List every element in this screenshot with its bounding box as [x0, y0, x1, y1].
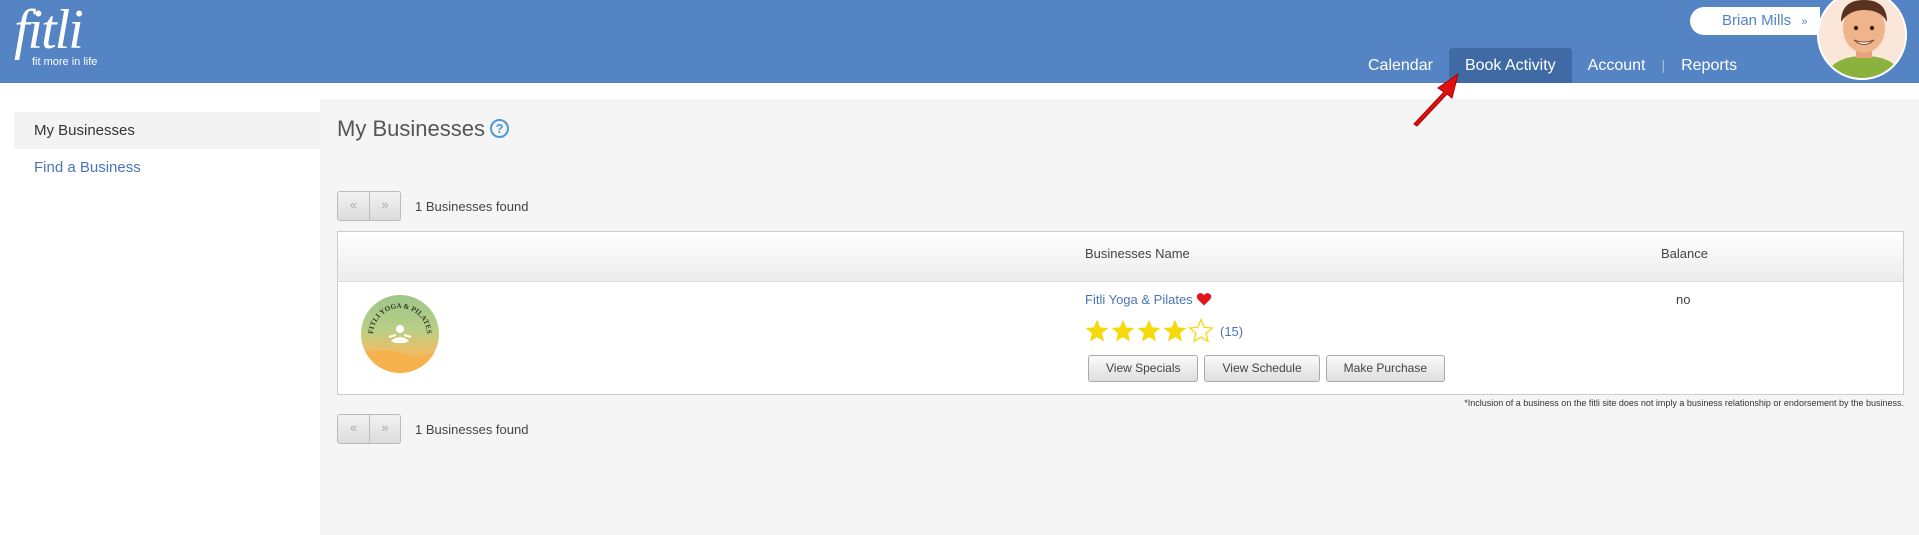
star-icon: [1111, 319, 1135, 342]
star-icon: [1163, 319, 1187, 342]
business-actions: View Specials View Schedule Make Purchas…: [1088, 355, 1451, 382]
star-icon: [1137, 319, 1161, 342]
annotation-arrow-icon: [1413, 72, 1459, 127]
main-content: My Businesses? « » 1 Businesses found Bu…: [320, 99, 1919, 535]
sidebar-item-find-a-business[interactable]: Find a Business: [14, 149, 320, 186]
logo-text: fitli: [14, 0, 84, 61]
column-header-balance: Balance: [1661, 246, 1708, 261]
make-purchase-button[interactable]: Make Purchase: [1325, 355, 1446, 382]
pager-prev-button[interactable]: «: [338, 192, 369, 220]
heart-icon[interactable]: [1196, 291, 1212, 307]
view-specials-button[interactable]: View Specials: [1088, 355, 1199, 382]
pager-top: « » 1 Businesses found: [337, 191, 528, 221]
pager-next-button[interactable]: »: [369, 192, 400, 220]
column-header-name: Businesses Name: [1085, 246, 1190, 261]
sidebar-item-my-businesses[interactable]: My Businesses: [14, 112, 320, 149]
nav-account[interactable]: Account: [1572, 48, 1662, 83]
avatar-illustration: [1819, 0, 1905, 78]
help-icon[interactable]: ?: [489, 119, 509, 138]
pager-bottom: « » 1 Businesses found: [337, 414, 528, 444]
pager-next-button[interactable]: »: [369, 415, 400, 443]
business-logo-art: FITLI YOGA & PILATES: [361, 302, 439, 373]
user-name: Brian Mills: [1722, 12, 1792, 29]
user-menu[interactable]: Brian Mills »: [1690, 7, 1820, 35]
logo-tagline: fit more in life: [32, 56, 98, 68]
pager-prev-button[interactable]: «: [338, 415, 369, 443]
results-count: 1 Businesses found: [415, 198, 529, 214]
pager-buttons: « »: [337, 191, 401, 221]
chevron-down-icon: »: [1801, 16, 1808, 28]
view-schedule-button[interactable]: View Schedule: [1204, 355, 1320, 382]
businesses-table: Businesses Name Balance FITLI YOGA & PIL…: [337, 231, 1904, 395]
results-count: 1 Businesses found: [415, 421, 529, 437]
sidebar: My Businesses Find a Business: [14, 112, 320, 186]
top-header: fitli fit more in life Calendar Book Act…: [0, 0, 1919, 83]
fitli-logo[interactable]: fitli fit more in life: [14, 0, 97, 68]
pager-buttons: « »: [337, 414, 401, 444]
avatar[interactable]: [1817, 0, 1907, 80]
star-icon: [1085, 319, 1109, 342]
disclaimer-text: *Inclusion of a business on the fitli si…: [1464, 398, 1904, 408]
business-name-link[interactable]: Fitli Yoga & Pilates: [1085, 292, 1193, 307]
table-header: Businesses Name Balance: [338, 232, 1903, 282]
page-title-text: My Businesses: [337, 116, 485, 141]
rating-count[interactable]: (15): [1220, 324, 1243, 339]
page-title: My Businesses?: [337, 116, 509, 142]
star-rating: (15): [1084, 318, 1243, 344]
business-logo[interactable]: FITLI YOGA & PILATES: [361, 295, 439, 373]
nav-reports[interactable]: Reports: [1665, 48, 1753, 83]
balance-value: no: [1676, 292, 1691, 307]
star-icon: [1188, 318, 1214, 343]
nav-book-activity[interactable]: Book Activity: [1448, 48, 1572, 83]
